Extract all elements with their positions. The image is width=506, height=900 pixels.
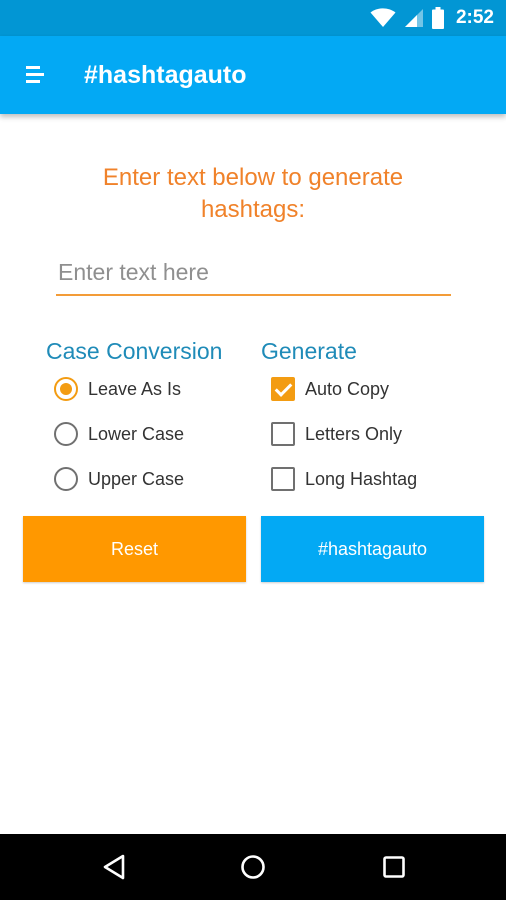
status-time: 2:52 bbox=[455, 7, 494, 28]
checkbox-auto-copy[interactable]: Auto Copy bbox=[271, 371, 389, 407]
recents-icon[interactable] bbox=[378, 851, 410, 883]
app-title: #hashtagauto bbox=[84, 61, 247, 89]
radio-upper-case[interactable]: Upper Case bbox=[54, 461, 184, 497]
checkbox-long-hashtag[interactable]: Long Hashtag bbox=[271, 461, 417, 497]
radio-label: Lower Case bbox=[88, 423, 185, 444]
radio-unchecked-icon[interactable] bbox=[54, 467, 78, 491]
app-bar: #hashtagauto bbox=[0, 36, 506, 114]
wifi-icon bbox=[370, 8, 396, 28]
checkbox-unchecked-icon[interactable] bbox=[271, 422, 295, 446]
checkbox-unchecked-icon[interactable] bbox=[271, 467, 295, 491]
hamburger-menu-icon[interactable] bbox=[26, 66, 44, 84]
radio-label: Upper Case bbox=[88, 468, 185, 489]
case-conversion-header: Case Conversion bbox=[46, 338, 223, 364]
back-icon[interactable] bbox=[98, 851, 130, 883]
radio-unchecked-icon[interactable] bbox=[54, 422, 78, 446]
checkbox-label: Long Hashtag bbox=[305, 468, 418, 489]
reset-button[interactable]: Reset bbox=[23, 516, 246, 582]
radio-lower-case[interactable]: Lower Case bbox=[54, 416, 184, 452]
status-bar: 2:52 bbox=[0, 0, 506, 36]
checkbox-label: Auto Copy bbox=[305, 378, 390, 399]
radio-label: Leave As Is bbox=[88, 378, 182, 399]
radio-checked-icon[interactable] bbox=[54, 377, 78, 401]
checkbox-label: Letters Only bbox=[305, 423, 403, 444]
navigation-bar bbox=[0, 834, 506, 900]
checkbox-letters-only[interactable]: Letters Only bbox=[271, 416, 402, 452]
cellular-signal-icon bbox=[404, 8, 424, 28]
battery-icon bbox=[431, 7, 444, 29]
radio-leave-as-is[interactable]: Leave As Is bbox=[54, 371, 181, 407]
hashtag-text-input[interactable] bbox=[56, 250, 451, 296]
generate-hashtag-button[interactable]: #hashtagauto bbox=[261, 516, 484, 582]
checkbox-checked-icon[interactable] bbox=[271, 377, 295, 401]
generate-header: Generate bbox=[261, 338, 357, 364]
instruction-text: Enter text below to generate hashtags: bbox=[102, 164, 404, 223]
home-icon[interactable] bbox=[237, 851, 269, 883]
